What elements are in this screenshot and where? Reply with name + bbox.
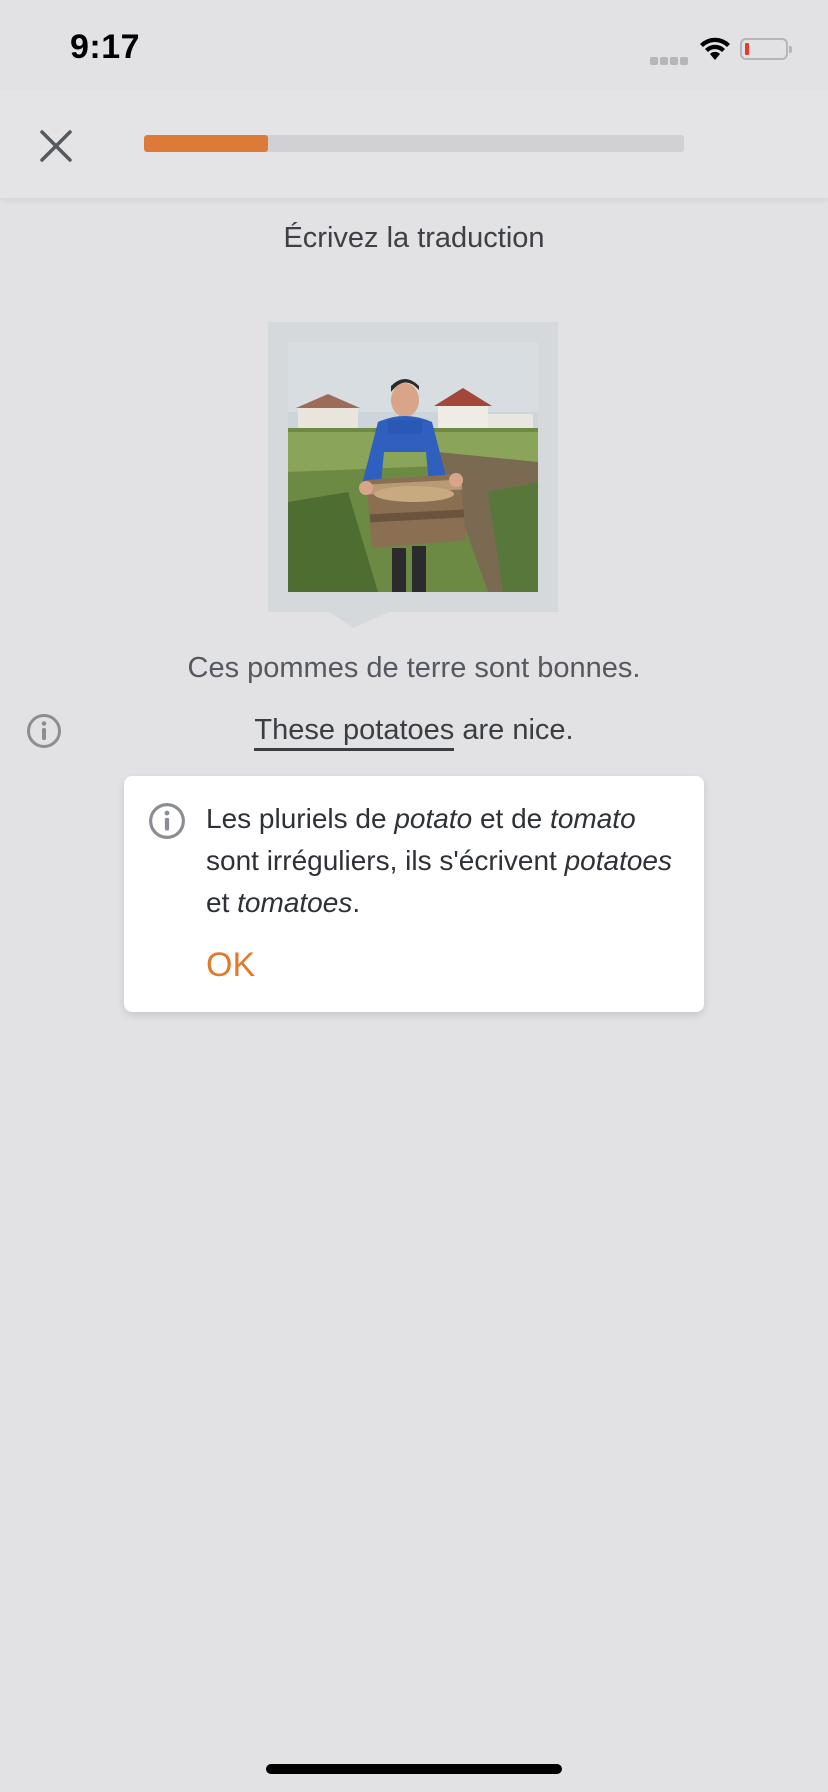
status-time: 9:17: [70, 28, 141, 66]
tip-word: tomatoes: [237, 887, 353, 918]
ok-button[interactable]: OK: [206, 946, 255, 985]
exercise-photo: [288, 342, 538, 592]
sentence-rest: are nice.: [454, 714, 574, 746]
tip-text-part: .: [352, 887, 361, 918]
home-indicator[interactable]: [266, 1764, 562, 1774]
close-button[interactable]: [30, 120, 82, 172]
image-frame-tail: [323, 612, 389, 628]
tip-word: potato: [394, 803, 473, 834]
tip-text-part: sont irréguliers, ils s'écrivent: [206, 845, 565, 876]
tip-text-part: et: [206, 887, 238, 918]
signal-icon: [650, 52, 690, 70]
battery-icon: [740, 38, 792, 60]
tip-word: potatoes: [564, 845, 672, 876]
source-sentence: Ces pommes de terre sont bonnes.: [187, 652, 641, 684]
progress-fill: [144, 135, 269, 152]
close-icon: [40, 130, 72, 162]
tip-text: Les pluriels de potato et de tomato sont…: [206, 798, 686, 924]
progress-bar: [144, 135, 684, 152]
tip-text-part: et de: [472, 803, 551, 834]
tip-word: tomato: [550, 803, 636, 834]
highlighted-phrase[interactable]: These potatoes: [254, 714, 455, 751]
target-sentence: These potatoes are nice.: [0, 714, 828, 751]
info-icon: [149, 803, 185, 839]
exercise-header: [0, 90, 828, 198]
status-bar: 9:17: [0, 0, 828, 100]
tip-text-part: Les pluriels de: [206, 803, 395, 834]
wifi-icon: [700, 37, 730, 60]
grammar-tip-popup: Les pluriels de potato et de tomato sont…: [124, 776, 704, 1012]
exercise-instruction: Écrivez la traduction: [283, 222, 545, 254]
